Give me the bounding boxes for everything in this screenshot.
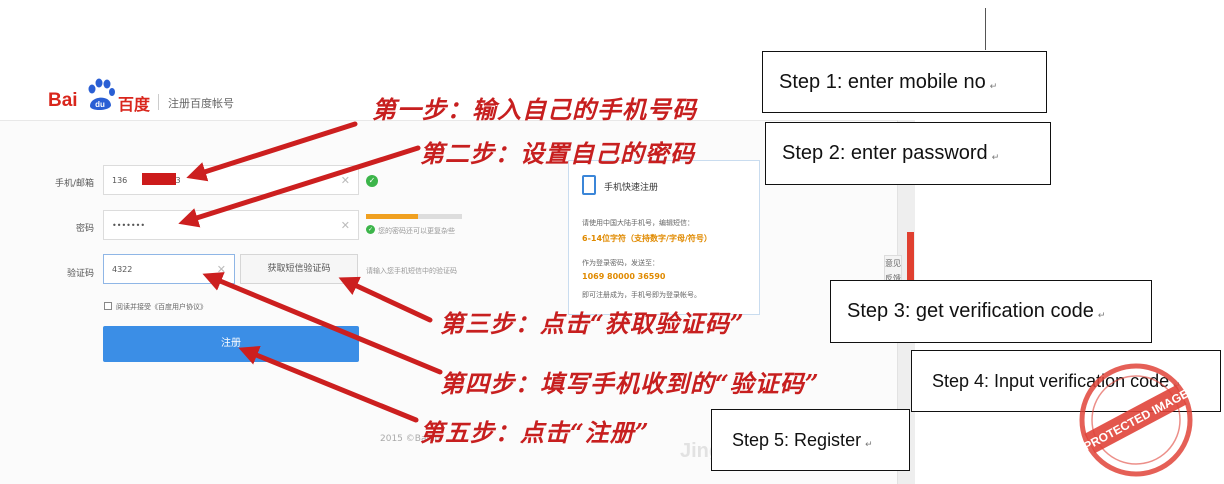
return-mark: ↵ [1097,310,1106,320]
step1-box: Step 1: enter mobile no ↵ [762,51,1047,113]
annotation-step1-zh: 第一步：输入自己的手机号码 [372,95,697,124]
protected-image-stamp: PROTECTED IMAGE [1079,363,1193,477]
arrow-step5 [238,346,419,423]
annotation-step4-zh: 第四步：填写手机收到的“验证码” [440,369,820,398]
annotation-step2-zh: 第二步：设置自己的密码 [420,139,695,168]
step2-box: Step 2: enter password ↵ [765,122,1051,185]
return-mark: ↵ [989,80,998,91]
step3-box: Step 3: get verification code ↵ [830,280,1152,343]
step5-box: Step 5: Register ↵ [711,409,910,471]
step3-text: Step 3: get verification code [847,300,1094,322]
step1-text: Step 1: enter mobile no [779,70,986,93]
arrow-step2 [178,145,421,228]
annotation-step3-zh: 第三步：点击“获取验证码” [440,309,745,338]
return-mark: ↵ [865,438,873,449]
arrow-step3 [338,276,433,323]
step2-text: Step 2: enter password [782,142,988,164]
stamp-text: PROTECTED IMAGE [1081,386,1191,453]
step5-text: Step 5: Register [732,429,862,450]
return-mark: ↵ [991,152,1000,162]
arrow-step1 [186,121,358,182]
annotation-step5-zh: 第五步：点击“注册” [420,418,650,447]
arrow-step4 [202,272,443,375]
